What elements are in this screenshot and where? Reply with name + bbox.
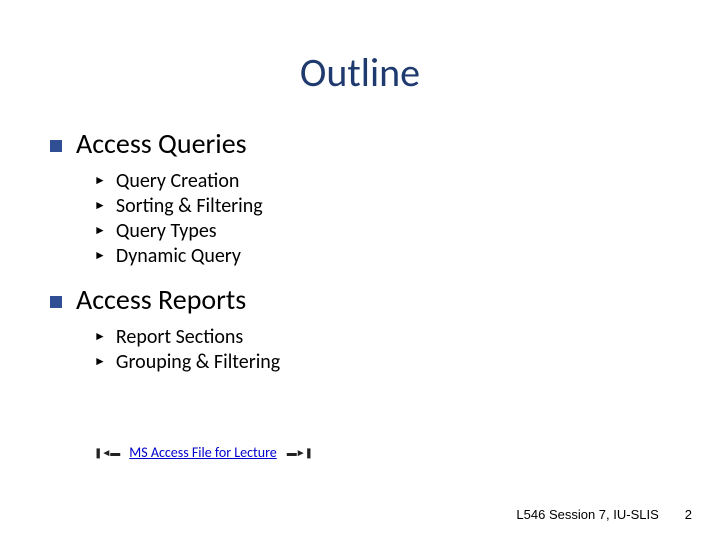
square-bullet-icon xyxy=(50,296,62,308)
arrow-bullet-icon: ► xyxy=(94,200,106,212)
arrow-bullet-icon: ► xyxy=(94,250,106,262)
sub-item: Dynamic Query xyxy=(116,244,241,268)
slide-title: Outline xyxy=(0,48,720,97)
bullet-level2: ► Dynamic Query xyxy=(94,244,670,268)
sub-item: Query Creation xyxy=(116,169,239,193)
footer-session: L546 Session 7, IU-SLIS xyxy=(516,507,658,522)
lecture-file-link[interactable]: MS Access File for Lecture xyxy=(129,444,276,461)
arrow-bullet-icon: ► xyxy=(94,225,106,237)
bullet-level2: ► Query Types xyxy=(94,219,670,243)
bullet-level2: ► Sorting & Filtering xyxy=(94,194,670,218)
link-right-deco-icon: ▬►❚ xyxy=(287,446,312,459)
bullet-level2: ► Query Creation xyxy=(94,169,670,193)
square-bullet-icon xyxy=(50,140,62,152)
section-heading: Access Queries xyxy=(76,126,247,161)
bullet-level1: Access Reports xyxy=(50,282,670,317)
sub-item: Report Sections xyxy=(116,325,243,349)
arrow-bullet-icon: ► xyxy=(94,175,106,187)
slide-footer: L546 Session 7, IU-SLIS 2 xyxy=(516,507,692,522)
link-left-deco-icon: ❚◄▬ xyxy=(94,446,119,459)
footer-page-number: 2 xyxy=(685,507,692,522)
sub-item: Sorting & Filtering xyxy=(116,194,263,218)
bullet-level1: Access Queries xyxy=(50,126,670,161)
arrow-bullet-icon: ► xyxy=(94,331,106,343)
section-heading: Access Reports xyxy=(76,282,246,317)
arrow-bullet-icon: ► xyxy=(94,356,106,368)
bullet-level2: ► Grouping & Filtering xyxy=(94,350,670,374)
lecture-file-link-row: ❚◄▬ MS Access File for Lecture ▬►❚ xyxy=(94,444,670,461)
slide-content: Access Queries ► Query Creation ► Sortin… xyxy=(50,120,670,461)
bullet-level2: ► Report Sections xyxy=(94,325,670,349)
sub-item: Query Types xyxy=(116,219,217,243)
slide: Outline Access Queries ► Query Creation … xyxy=(0,0,720,540)
sub-list: ► Query Creation ► Sorting & Filtering ►… xyxy=(94,169,670,268)
sub-item: Grouping & Filtering xyxy=(116,350,280,374)
sub-list: ► Report Sections ► Grouping & Filtering xyxy=(94,325,670,374)
